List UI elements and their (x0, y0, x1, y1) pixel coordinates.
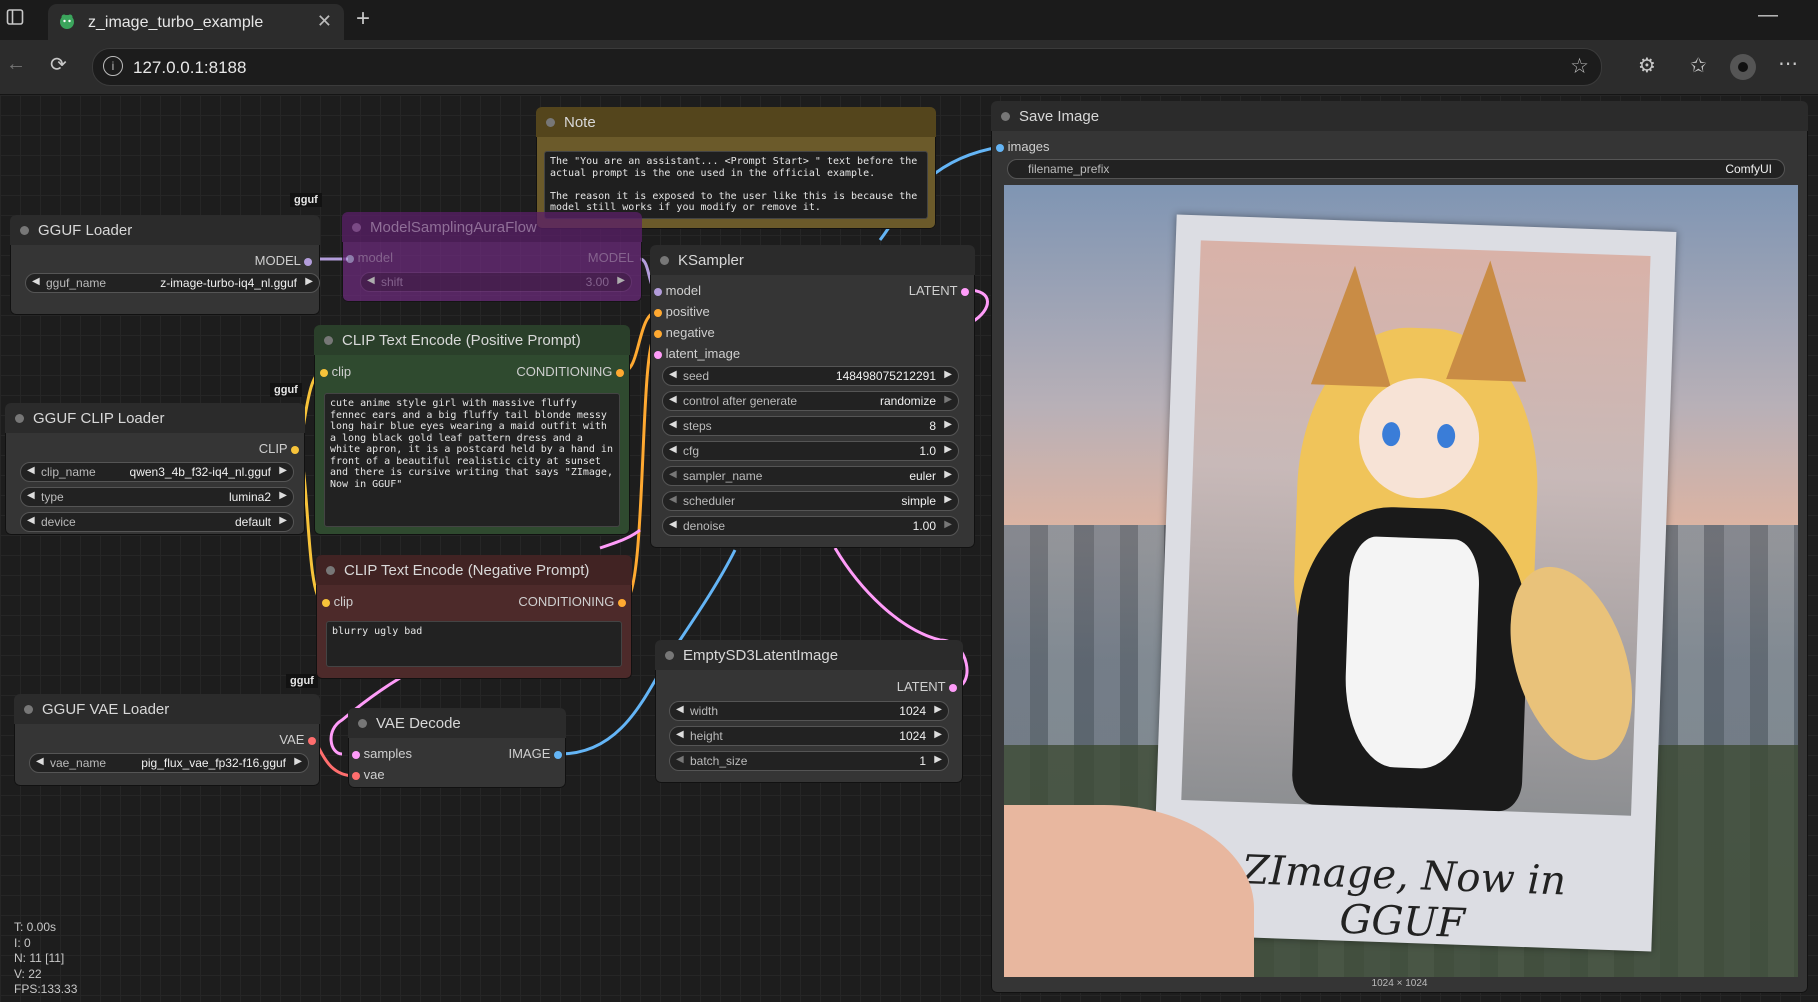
type-widget[interactable]: ◀ type lumina2 ▶ (20, 487, 294, 507)
back-icon[interactable]: ← (6, 53, 26, 76)
node-title: EmptySD3LatentImage (683, 647, 839, 664)
gguf-vae-loader-node[interactable]: GGUF VAE Loader VAE ◀ vae_name pig_flux_va… (14, 694, 320, 786)
note-text[interactable]: The "You are an assistant... <Prompt Sta… (544, 151, 928, 219)
node-title: GGUF CLIP Loader (33, 410, 165, 427)
node-title: CLIP Text Encode (Positive Prompt) (342, 332, 581, 349)
filename-prefix-widget[interactable]: filename_prefix ComfyUI (1007, 159, 1785, 179)
output-image[interactable]: IMAGE (508, 746, 562, 761)
output-latent[interactable]: LATENT (909, 283, 969, 298)
note-node[interactable]: Note The "You are an assistant... <Promp… (536, 107, 936, 229)
negative-prompt-text[interactable]: blurry ugly bad (326, 621, 622, 667)
browser-tab-bar: z_image_turbo_example ✕ + — (0, 0, 1818, 40)
control-after-generate-widget[interactable]: ◀ control after generate randomize ▶ (662, 391, 959, 411)
vae-decode-node[interactable]: VAE Decode samples vae IMAGE (348, 708, 566, 788)
input-clip[interactable]: clip (322, 594, 353, 609)
sampler-name-widget[interactable]: ◀ sampler_name euler ▶ (662, 466, 959, 486)
model-sampling-node[interactable]: ModelSamplingAuraFlow model MODEL ◀ shift… (342, 212, 642, 302)
device-widget[interactable]: ◀ device default ▶ (20, 512, 294, 532)
input-images[interactable]: images (996, 139, 1050, 154)
shift-widget[interactable]: ◀ shift 3.00 ▶ (360, 272, 632, 292)
favorites-icon[interactable]: ✩ (1690, 53, 1707, 78)
output-image-preview[interactable]: ZImage, Now in GGUF (1004, 185, 1798, 977)
url-field[interactable]: i 127.0.0.1:8188 ☆ (92, 48, 1602, 86)
output-clip[interactable]: CLIP (259, 441, 299, 456)
minimize-icon[interactable]: — (1758, 4, 1778, 27)
gguf-loader-node[interactable]: GGUF Loader MODEL ◀ gguf_name z-image-turb… (10, 215, 320, 315)
node-title: ModelSamplingAuraFlow (370, 219, 537, 236)
character-ear-right (1446, 259, 1531, 382)
denoise-widget[interactable]: ◀ denoise 1.00 ▶ (662, 516, 959, 536)
input-latent-image[interactable]: latent_image (654, 346, 740, 361)
node-title: KSampler (678, 252, 744, 269)
gguf-clip-loader-node[interactable]: GGUF CLIP Loader CLIP ◀ clip_name qwen3_4b… (5, 403, 305, 535)
batch-size-widget[interactable]: ◀ batch_size 1 ▶ (669, 751, 949, 771)
input-model[interactable]: model (654, 283, 701, 298)
stat-iterations: I: 0 (14, 935, 31, 950)
node-title: GGUF VAE Loader (42, 701, 170, 718)
empty-latent-node[interactable]: EmptySD3LatentImage LATENT ◀ width 1024 ▶ ◀… (655, 640, 963, 783)
image-size-label: 1024 × 1024 (1371, 978, 1428, 989)
input-vae[interactable]: vae (352, 767, 385, 782)
output-model[interactable]: MODEL (588, 250, 634, 265)
site-info-icon[interactable]: i (103, 56, 123, 76)
character-apron (1342, 535, 1481, 771)
node-title: CLIP Text Encode (Negative Prompt) (344, 562, 590, 579)
url-text: 127.0.0.1:8188 (133, 58, 247, 77)
scheduler-widget[interactable]: ◀ scheduler simple ▶ (662, 491, 959, 511)
sidebar-toggle-icon[interactable] (6, 8, 24, 32)
new-tab-icon[interactable]: + (356, 5, 370, 33)
input-negative[interactable]: negative (654, 325, 715, 340)
output-conditioning[interactable]: CONDITIONING (518, 594, 626, 609)
ksampler-node[interactable]: KSampler model positive negative latent_… (650, 245, 975, 548)
clip-positive-node[interactable]: CLIP Text Encode (Positive Prompt) clip … (314, 325, 630, 535)
tab-close-icon[interactable]: ✕ (317, 11, 332, 32)
favorite-star-icon[interactable]: ☆ (1570, 54, 1589, 79)
gguf-badge: gguf (270, 383, 302, 397)
node-title: GGUF Loader (38, 222, 133, 239)
profile-icon[interactable] (1730, 54, 1756, 80)
extensions-icon[interactable]: ⚙ (1638, 53, 1656, 78)
gguf-badge: gguf (286, 674, 318, 688)
canvas-stats: T: 0.00s I: 0 N: 11 [11] V: 22 FPS:133.3… (14, 920, 77, 998)
node-title: Save Image (1019, 108, 1100, 125)
stat-vertices: V: 22 (14, 966, 42, 981)
reload-icon[interactable]: ⟳ (50, 52, 67, 77)
active-tab[interactable]: z_image_turbo_example ✕ (48, 4, 344, 40)
tab-title: z_image_turbo_example (88, 14, 264, 31)
stat-fps: FPS:133.33 (14, 982, 78, 996)
input-model[interactable]: model (346, 250, 393, 265)
node-title: Note (564, 114, 596, 131)
more-menu-icon[interactable]: ⋯ (1778, 51, 1798, 76)
output-latent[interactable]: LATENT (897, 679, 957, 694)
vae-name-widget[interactable]: ◀ vae_name pig_flux_vae_fp32-f16.gguf ▶ (29, 753, 309, 773)
gguf-name-widget[interactable]: ◀ gguf_name z-image-turbo-iq4_nl.gguf ▶ (25, 273, 320, 293)
height-widget[interactable]: ◀ height 1024 ▶ (669, 726, 949, 746)
steps-widget[interactable]: ◀ steps 8 ▶ (662, 416, 959, 436)
output-model[interactable]: MODEL (255, 253, 312, 268)
width-widget[interactable]: ◀ width 1024 ▶ (669, 701, 949, 721)
postcard: ZImage, Now in GGUF (1151, 214, 1677, 952)
save-image-node[interactable]: Save Image images filename_prefix ComfyUI… (991, 101, 1808, 993)
positive-prompt-text[interactable]: cute anime style girl with massive fluff… (324, 393, 620, 527)
seed-widget[interactable]: ◀ seed 148498075212291 ▶ (662, 366, 959, 386)
clip-negative-node[interactable]: CLIP Text Encode (Negative Prompt) clip … (316, 555, 632, 679)
input-samples[interactable]: samples (352, 746, 412, 761)
address-bar-row: ← ⟳ i 127.0.0.1:8188 ☆ ⚙ ✩ ⋯ (0, 40, 1818, 95)
stat-time: T: 0.00s (14, 920, 57, 934)
gguf-badge: gguf (290, 193, 322, 207)
comfyui-favicon-icon (58, 12, 76, 30)
cfg-widget[interactable]: ◀ cfg 1.0 ▶ (662, 441, 959, 461)
node-title: VAE Decode (376, 715, 461, 732)
input-positive[interactable]: positive (654, 304, 710, 319)
output-vae[interactable]: VAE (279, 732, 316, 747)
input-clip[interactable]: clip (320, 364, 351, 379)
stat-nodes: N: 11 [11] (14, 951, 65, 965)
clip-name-widget[interactable]: ◀ clip_name qwen3_4b_f32-iq4_nl.gguf ▶ (20, 462, 294, 482)
postcard-illustration (1181, 240, 1655, 816)
output-conditioning[interactable]: CONDITIONING (516, 364, 624, 379)
character-ear-left (1310, 264, 1396, 388)
